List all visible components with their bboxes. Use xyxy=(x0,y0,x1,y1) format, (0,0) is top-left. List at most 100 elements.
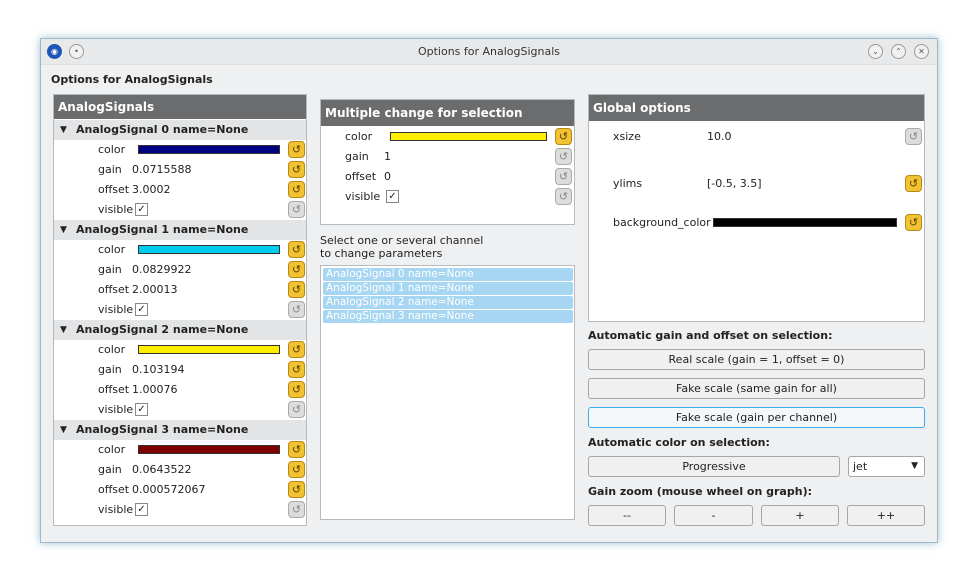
signal-offset-row: offset 1.00076 ↺ xyxy=(54,380,306,400)
maximize-icon[interactable]: ⌃ xyxy=(891,44,906,59)
select-hint-line2: to change parameters xyxy=(320,247,443,260)
reset-icon[interactable]: ↺ xyxy=(288,441,305,458)
reset-icon[interactable]: ↺ xyxy=(288,141,305,158)
signal-gain-row: gain 0.0643522 ↺ xyxy=(54,460,306,480)
signal-visible-row: visible ✓ ↺ xyxy=(54,400,306,420)
signal-offset-label: offset xyxy=(98,183,130,196)
progressive-button[interactable]: Progressive xyxy=(588,456,840,477)
signal-group-title: AnalogSignal 1 name=None xyxy=(76,223,249,236)
signal-color-swatch[interactable] xyxy=(138,445,280,454)
chevron-down-icon[interactable]: ▼ xyxy=(60,420,67,440)
reset-icon[interactable]: ↺ xyxy=(288,181,305,198)
reset-icon[interactable]: ↺ xyxy=(288,361,305,378)
chevron-down-icon[interactable]: ▼ xyxy=(60,320,67,340)
signal-gain-value[interactable]: 0.103194 xyxy=(132,360,185,380)
reset-icon[interactable]: ↺ xyxy=(555,168,572,185)
multi-color-swatch[interactable] xyxy=(390,132,547,141)
chevron-down-icon[interactable]: ▼ xyxy=(60,220,67,240)
reset-icon[interactable]: ↺ xyxy=(288,261,305,278)
reset-icon[interactable]: ↺ xyxy=(288,161,305,178)
chevron-down-icon[interactable]: ▼ xyxy=(60,120,67,140)
reset-icon[interactable]: ↺ xyxy=(555,148,572,165)
multi-gain-label: gain xyxy=(345,150,369,163)
xsize-row: xsize 10.0 ↺ xyxy=(589,127,924,147)
signal-group-header[interactable]: ▼ AnalogSignal 2 name=None xyxy=(54,320,306,340)
reset-icon[interactable]: ↺ xyxy=(288,281,305,298)
signal-offset-label: offset xyxy=(98,483,130,496)
gain-zoom-decrease-more-button[interactable]: -- xyxy=(588,505,666,526)
signal-offset-label: offset xyxy=(98,383,130,396)
signal-visible-row: visible ✓ ↺ xyxy=(54,200,306,220)
signal-offset-value[interactable]: 3.0002 xyxy=(132,180,171,200)
list-item[interactable]: AnalogSignal 1 name=None xyxy=(323,282,573,295)
signal-visible-checkbox[interactable]: ✓ xyxy=(135,503,148,516)
gain-zoom-increase-button[interactable]: + xyxy=(761,505,839,526)
reset-icon[interactable]: ↺ xyxy=(288,401,305,418)
reset-icon[interactable]: ↺ xyxy=(288,461,305,478)
fake-scale-same-button[interactable]: Fake scale (same gain for all) xyxy=(588,378,925,399)
signal-visible-checkbox[interactable]: ✓ xyxy=(135,403,148,416)
reset-icon[interactable]: ↺ xyxy=(288,241,305,258)
multiple-change-panel: Multiple change for selection color ↺ ga… xyxy=(320,99,575,225)
minimize-icon[interactable]: ⌄ xyxy=(868,44,883,59)
background-color-row: background_color ↺ xyxy=(589,213,924,233)
signal-offset-value[interactable]: 0.000572067 xyxy=(132,480,205,500)
signal-color-swatch[interactable] xyxy=(138,145,280,154)
reset-icon[interactable]: ↺ xyxy=(905,175,922,192)
colormap-select[interactable]: jet ▼ xyxy=(848,456,925,477)
signal-gain-value[interactable]: 0.0643522 xyxy=(132,460,192,480)
signal-gain-value[interactable]: 0.0829922 xyxy=(132,260,192,280)
background-color-swatch[interactable] xyxy=(713,218,897,227)
signal-group-header[interactable]: ▼ AnalogSignal 3 name=None xyxy=(54,420,306,440)
signal-visible-label: visible xyxy=(98,403,134,416)
fake-scale-per-channel-button[interactable]: Fake scale (gain per channel) xyxy=(588,407,925,428)
list-item[interactable]: AnalogSignal 3 name=None xyxy=(323,310,573,323)
select-hint: Select one or several channel to change … xyxy=(320,234,483,260)
gain-zoom-increase-more-button[interactable]: ++ xyxy=(847,505,925,526)
signal-offset-value[interactable]: 1.00076 xyxy=(132,380,178,400)
signal-gain-label: gain xyxy=(98,163,122,176)
signal-gain-row: gain 0.0829922 ↺ xyxy=(54,260,306,280)
signal-gain-label: gain xyxy=(98,263,122,276)
reset-icon[interactable]: ↺ xyxy=(288,201,305,218)
xsize-value[interactable]: 10.0 xyxy=(707,127,732,147)
reset-icon[interactable]: ↺ xyxy=(555,188,572,205)
signal-group-header[interactable]: ▼ AnalogSignal 1 name=None xyxy=(54,220,306,240)
list-item[interactable]: AnalogSignal 2 name=None xyxy=(323,296,573,309)
multi-offset-label: offset xyxy=(345,170,377,183)
signal-group-header[interactable]: ▼ AnalogSignal 0 name=None xyxy=(54,120,306,140)
channel-list[interactable]: AnalogSignal 0 name=None AnalogSignal 1 n… xyxy=(320,265,575,520)
analogsignals-header: AnalogSignals xyxy=(54,95,306,119)
multi-offset-value[interactable]: 0 xyxy=(384,167,391,187)
reset-icon[interactable]: ↺ xyxy=(555,128,572,145)
reset-icon[interactable]: ↺ xyxy=(288,301,305,318)
signal-color-label: color xyxy=(98,143,126,156)
window-title: Options for AnalogSignals xyxy=(417,45,561,58)
gain-zoom-decrease-button[interactable]: - xyxy=(674,505,753,526)
close-icon[interactable]: ✕ xyxy=(914,44,929,59)
reset-icon[interactable]: ↺ xyxy=(288,501,305,518)
multi-visible-checkbox[interactable]: ✓ xyxy=(386,190,399,203)
reset-icon[interactable]: ↺ xyxy=(905,214,922,231)
real-scale-button[interactable]: Real scale (gain = 1, offset = 0) xyxy=(588,349,925,370)
multiple-change-header: Multiple change for selection xyxy=(321,100,574,126)
reset-icon[interactable]: ↺ xyxy=(905,128,922,145)
signal-offset-value[interactable]: 2.00013 xyxy=(132,280,178,300)
multi-gain-value[interactable]: 1 xyxy=(384,147,391,167)
xsize-label: xsize xyxy=(613,130,641,143)
signal-color-swatch[interactable] xyxy=(138,345,280,354)
signal-color-swatch[interactable] xyxy=(138,245,280,254)
signal-visible-row: visible ✓ ↺ xyxy=(54,500,306,520)
reset-icon[interactable]: ↺ xyxy=(288,381,305,398)
signal-gain-value[interactable]: 0.0715588 xyxy=(132,160,192,180)
ylims-value[interactable]: [-0.5, 3.5] xyxy=(707,174,762,194)
ylims-label: ylims xyxy=(613,177,643,190)
reset-icon[interactable]: ↺ xyxy=(288,481,305,498)
signal-visible-checkbox[interactable]: ✓ xyxy=(135,303,148,316)
signal-visible-checkbox[interactable]: ✓ xyxy=(135,203,148,216)
multi-visible-label: visible xyxy=(345,190,381,203)
list-item[interactable]: AnalogSignal 0 name=None xyxy=(323,268,573,281)
signal-color-label: color xyxy=(98,343,126,356)
signal-visible-label: visible xyxy=(98,303,134,316)
reset-icon[interactable]: ↺ xyxy=(288,341,305,358)
